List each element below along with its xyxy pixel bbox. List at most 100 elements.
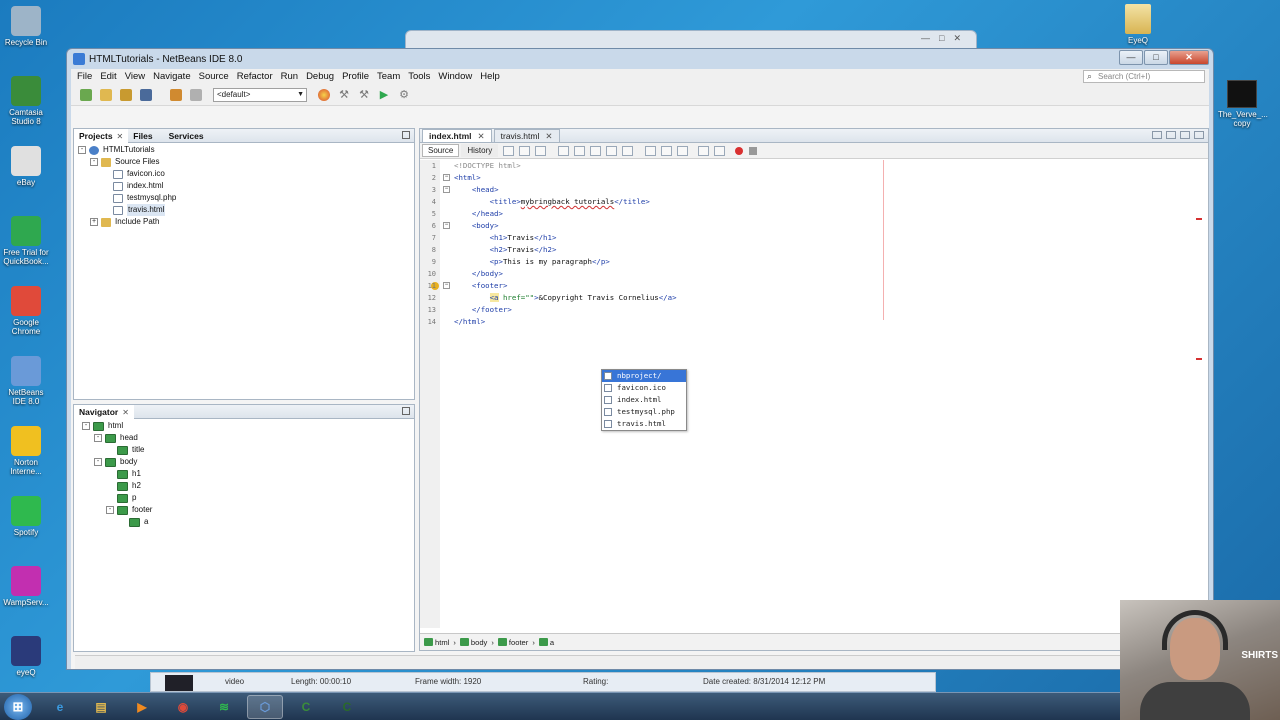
desktop-icon[interactable]: Recycle Bin (2, 6, 50, 47)
error-stripe-mark[interactable] (1196, 218, 1202, 220)
next-bookmark-icon[interactable] (661, 145, 673, 156)
tab-projects[interactable]: Projects ✕ (74, 128, 129, 143)
close-icon[interactable]: ✕ (122, 408, 129, 417)
expand-icon[interactable]: + (90, 218, 98, 226)
undo-icon[interactable] (167, 87, 185, 103)
fold-toggle-icon[interactable]: − (443, 186, 450, 193)
tab-navigator[interactable]: Navigator ✕ (74, 404, 134, 419)
run-project-icon[interactable]: ▶ (375, 87, 393, 103)
code-line[interactable]: 8 <h2>Travis</h2> (432, 244, 1208, 256)
tab-files[interactable]: Files (128, 129, 157, 143)
desktop-icon[interactable]: Google Chrome (2, 286, 50, 336)
menu-item-file[interactable]: File (73, 71, 96, 82)
taskbar-button[interactable]: C (288, 695, 324, 719)
completion-item[interactable]: testmysql.php (602, 406, 686, 418)
search-input[interactable]: ⌕ Search (Ctrl+I) (1083, 70, 1205, 83)
fold-toggle-icon[interactable]: − (443, 174, 450, 181)
code-line[interactable]: 10 </body> (428, 268, 1208, 280)
new-project-icon[interactable] (97, 87, 115, 103)
netbeans-window[interactable]: HTMLTutorials - NetBeans IDE 8.0 — □ ✕ F… (66, 48, 1214, 670)
code-line[interactable]: 6 <body> (432, 220, 1208, 232)
code-line[interactable]: 1 <!DOCTYPE html> (432, 160, 1208, 172)
code-line[interactable]: 14 </html> (428, 316, 1208, 328)
tree-node[interactable]: travis.html (74, 204, 414, 216)
menu-item-navigate[interactable]: Navigate (149, 71, 195, 82)
collapse-icon[interactable]: - (78, 146, 86, 154)
close-icon[interactable]: ✕ (545, 130, 552, 143)
scroll-left-icon[interactable] (1152, 131, 1162, 139)
code-line[interactable]: 11 <footer> (428, 280, 1208, 292)
shift-left-icon[interactable] (677, 145, 689, 156)
find-next-icon[interactable] (590, 145, 602, 156)
fold-toggle-icon[interactable]: − (443, 222, 450, 229)
editor-tab[interactable]: index.html ✕ (422, 129, 492, 142)
code-line[interactable]: 13 </footer> (428, 304, 1208, 316)
code-line[interactable]: 9 <p>This is my paragraph</p> (432, 256, 1208, 268)
stop-macro-recording-icon[interactable] (749, 146, 758, 155)
previous-bookmark-icon[interactable] (645, 145, 657, 156)
code-area[interactable]: 1 <!DOCTYPE html> 2 <html> 3 <head> 4 <title>… (428, 160, 1208, 628)
code-line[interactable]: 2 <html> (432, 172, 1208, 184)
clean-build-icon[interactable]: ⚒ (355, 87, 373, 103)
tree-node[interactable]: - footer (78, 504, 414, 516)
code-line[interactable]: 4 <title>mybringback tutorials</title> (432, 196, 1208, 208)
taskbar-button[interactable]: e (42, 695, 78, 719)
menu-item-debug[interactable]: Debug (302, 71, 338, 82)
title-bar[interactable]: HTMLTutorials - NetBeans IDE 8.0 (67, 49, 1213, 69)
tree-node[interactable]: h1 (78, 468, 414, 480)
close-button[interactable]: ✕ (1169, 50, 1209, 65)
background-window-controls[interactable]: —□✕ (921, 33, 970, 44)
desktop-icon[interactable]: Camtasia Studio 8 (2, 76, 50, 126)
last-edit-icon[interactable] (503, 145, 515, 156)
error-stripe-mark[interactable] (1196, 358, 1202, 360)
tree-node[interactable]: index.html (74, 180, 414, 192)
debug-project-icon[interactable]: ⚙ (395, 87, 413, 103)
maximize-button[interactable]: □ (1144, 50, 1168, 65)
collapse-icon[interactable]: - (94, 458, 102, 466)
desktop-icon[interactable]: WampServ... (2, 566, 50, 607)
shift-right-icon[interactable] (698, 145, 710, 156)
menu-item-help[interactable]: Help (476, 71, 504, 82)
menu-item-view[interactable]: View (121, 71, 149, 82)
tree-node[interactable]: p (78, 492, 414, 504)
history-mode-button[interactable]: History (461, 144, 499, 157)
tree-node[interactable]: - HTMLTutorials (74, 144, 414, 156)
taskbar-button[interactable]: ▶ (124, 695, 160, 719)
open-project-icon[interactable] (117, 87, 135, 103)
code-line[interactable]: 5 </head> (432, 208, 1208, 220)
tree-node[interactable]: - Source Files (74, 156, 414, 168)
menu-item-team[interactable]: Team (373, 71, 404, 82)
menu-item-window[interactable]: Window (434, 71, 476, 82)
tab-services[interactable]: Services (164, 129, 209, 143)
completion-item[interactable]: index.html (602, 394, 686, 406)
taskbar-button[interactable]: ⬡ (247, 695, 283, 719)
breadcrumb-item[interactable]: html (424, 638, 449, 647)
forward-icon[interactable] (535, 145, 547, 156)
comment-icon[interactable] (714, 145, 726, 156)
build-icon[interactable]: ⚒ (335, 87, 353, 103)
configuration-select[interactable]: <default> ▼ (213, 87, 307, 102)
menu-item-run[interactable]: Run (277, 71, 302, 82)
tree-node[interactable]: a (78, 516, 414, 528)
source-mode-button[interactable]: Source (422, 144, 460, 157)
menu-item-source[interactable]: Source (195, 71, 233, 82)
find-icon[interactable] (558, 145, 570, 156)
desktop-icon[interactable]: NetBeans IDE 8.0 (2, 356, 50, 406)
redo-icon[interactable] (187, 87, 205, 103)
desktop-icon-video-file[interactable]: The_Verve_... copy (1218, 80, 1268, 128)
desktop-icon[interactable]: eBay (2, 146, 50, 187)
tree-node[interactable]: - html (78, 420, 414, 432)
maximize-editor-icon[interactable] (1194, 131, 1204, 139)
menu-item-profile[interactable]: Profile (338, 71, 373, 82)
desktop-icon[interactable]: eyeQ (2, 636, 50, 677)
taskbar-button[interactable]: ▤ (83, 695, 119, 719)
tree-node[interactable]: favicon.ico (74, 168, 414, 180)
breadcrumb-item[interactable]: a (538, 638, 554, 647)
taskbar-button[interactable]: ◉ (165, 695, 201, 719)
breadcrumb-item[interactable]: footer (497, 638, 528, 647)
close-icon[interactable]: ✕ (478, 130, 485, 143)
find-previous-icon[interactable] (574, 145, 586, 156)
completion-item[interactable]: nbproject/ (602, 370, 686, 382)
collapse-icon[interactable]: - (90, 158, 98, 166)
start-macro-recording-icon[interactable] (735, 146, 744, 155)
